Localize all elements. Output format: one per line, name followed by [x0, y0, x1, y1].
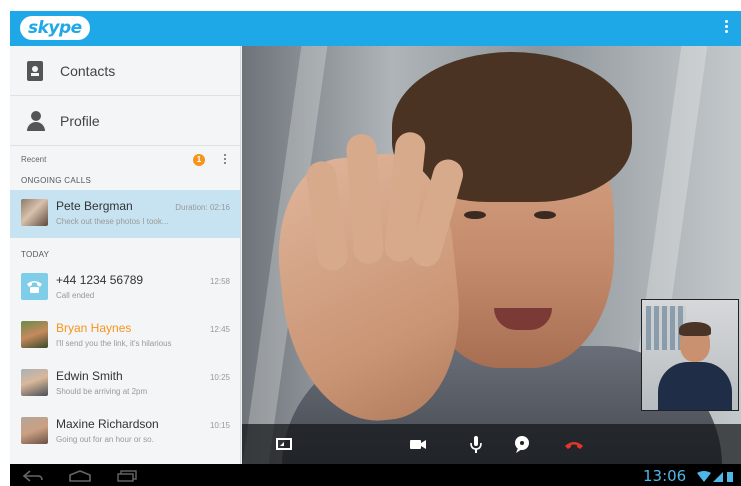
nav-contacts-label: Contacts [60, 62, 116, 79]
contact-name: +44 1234 56789 [56, 273, 144, 287]
caller-eye [534, 211, 556, 219]
system-navigation-bar: 13:06 [10, 464, 741, 486]
overflow-menu-icon[interactable] [725, 20, 729, 36]
contacts-icon [26, 60, 46, 81]
recent-header: Recent 1 [10, 146, 240, 172]
self-view-preview[interactable] [641, 299, 739, 411]
section-today: TODAY [21, 250, 50, 259]
list-item[interactable]: Maxine Richardson 10:15 Going out for an… [10, 408, 240, 456]
recent-label: Recent [21, 155, 47, 164]
call-duration: Duration: 02:16 [175, 203, 230, 212]
contact-name: Pete Bergman [56, 199, 133, 213]
skype-logo: skype [20, 16, 90, 40]
sidebar: Contacts Profile Recent 1 ONGOING CALLS … [10, 46, 241, 464]
avatar [21, 417, 48, 444]
call-controls-bar [242, 424, 741, 464]
expand-icon[interactable] [272, 432, 296, 456]
app-bar: skype [10, 11, 741, 46]
last-message: Should be arriving at 2pm [56, 387, 148, 396]
recent-menu-icon[interactable] [224, 154, 227, 168]
status-clock: 13:06 [643, 467, 687, 485]
nav-profile-label: Profile [60, 112, 100, 129]
section-ongoing-calls: ONGOING CALLS [21, 176, 92, 185]
caller-eye [464, 211, 486, 219]
last-message: I'll send you the link, it's hilarious [56, 339, 172, 348]
duration-label: Duration: [175, 203, 208, 212]
self-view-hair [679, 322, 711, 336]
contact-name: Maxine Richardson [56, 417, 159, 431]
call-time: 10:15 [209, 421, 230, 430]
list-item[interactable]: Bryan Haynes 12:45 I'll send you the lin… [10, 312, 240, 360]
last-message: Going out for an hour or so. [56, 435, 154, 444]
nav-profile[interactable]: Profile [10, 96, 240, 146]
call-time: 12:45 [209, 325, 230, 334]
app-window: skype Contacts Profile Recent 1 ONGOING … [10, 11, 741, 486]
home-icon[interactable] [68, 469, 92, 486]
avatar [21, 199, 48, 226]
end-call-icon[interactable] [562, 432, 586, 456]
last-message: Check out these photos I took... [56, 217, 169, 226]
nav-contacts[interactable]: Contacts [10, 46, 240, 96]
ongoing-call-row[interactable]: Pete Bergman Duration: 02:16 Check out t… [10, 190, 240, 238]
back-icon[interactable] [22, 469, 44, 486]
avatar [21, 321, 48, 348]
list-item[interactable]: Edwin Smith 10:25 Should be arriving at … [10, 360, 240, 408]
self-view-body [658, 362, 732, 410]
wifi-icon [696, 470, 736, 486]
avatar [21, 369, 48, 396]
contact-name: Edwin Smith [56, 369, 123, 383]
phone-icon [21, 273, 48, 300]
chat-bubble-icon[interactable] [510, 432, 534, 456]
notification-badge[interactable]: 1 [193, 154, 205, 166]
call-time: 10:25 [209, 373, 230, 382]
video-camera-icon[interactable] [406, 432, 430, 456]
video-call-view[interactable] [242, 46, 741, 464]
last-message: Call ended [56, 291, 95, 300]
call-time: 12:58 [209, 277, 230, 286]
list-item[interactable]: +44 1234 56789 12:58 Call ended [10, 264, 240, 312]
contact-name: Bryan Haynes [56, 321, 132, 335]
recent-apps-icon[interactable] [116, 469, 138, 486]
microphone-icon[interactable] [464, 432, 488, 456]
duration-value: 02:16 [209, 203, 230, 212]
profile-icon [26, 110, 46, 131]
